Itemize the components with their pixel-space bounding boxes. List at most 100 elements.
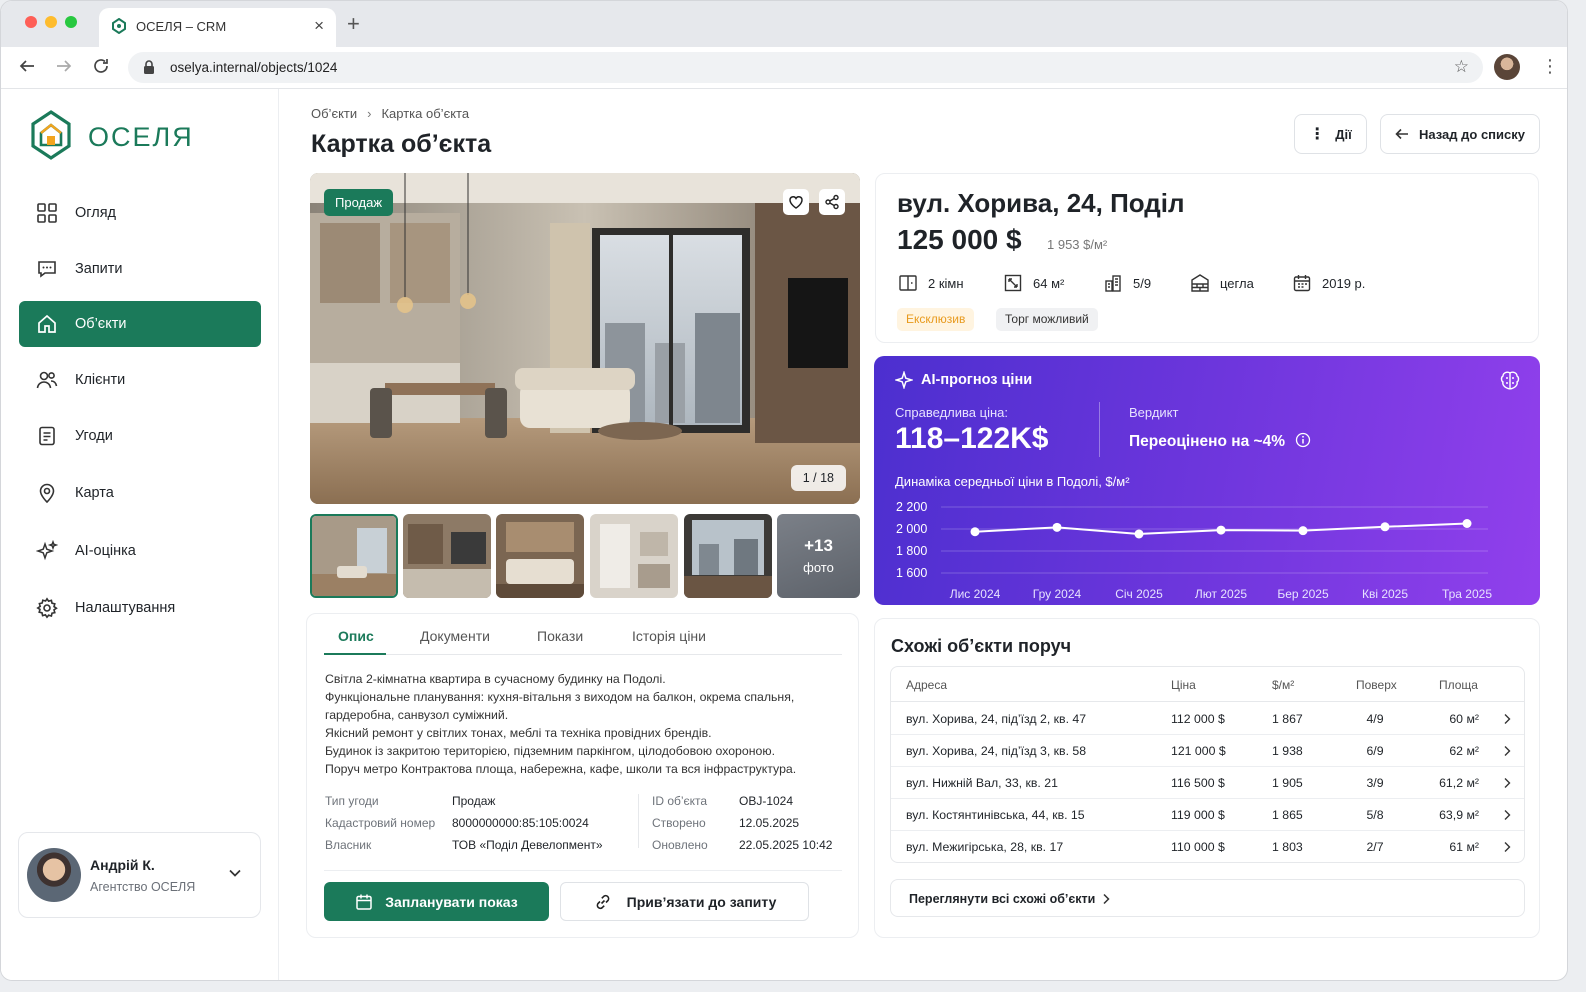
detail-owner: Власник	[325, 838, 372, 852]
actions-button[interactable]: ⋮ Дії	[1294, 114, 1367, 154]
sidebar-item-settings[interactable]: Налаштування	[19, 585, 261, 631]
chevron-right-icon[interactable]	[1502, 809, 1512, 821]
data-point[interactable]	[1380, 522, 1390, 532]
minimize-window-button[interactable]	[45, 16, 57, 28]
object-info-card: вул. Хорива, 24, Поділ 125 000 $ 1 953 $…	[875, 173, 1539, 343]
share-button[interactable]	[819, 189, 845, 215]
header-floor[interactable]: Поверх	[1356, 678, 1397, 692]
breadcrumb-current: Картка об’єкта	[381, 106, 470, 121]
table-cell: 1 867	[1272, 712, 1303, 726]
sidebar-item-requests[interactable]: Запити	[19, 246, 261, 292]
table-row[interactable]: вул. Межигірська, 28, кв. 17 110 000 $ 1 8…	[891, 831, 1524, 862]
table-row[interactable]: вул. Хорива, 24, під’їзд 2, кв. 47 112 00…	[891, 703, 1524, 735]
sidebar-item-deals[interactable]: Угоди	[19, 413, 261, 459]
detail-cadastral-value: 8000000000:85:105:0024	[452, 816, 589, 830]
table-row[interactable]: вул. Костянтинівська, 44, кв. 15 119 000 …	[891, 799, 1524, 831]
address-bar-row: oselya.internal/objects/1024 ☆ ⋮	[1, 47, 1567, 89]
thumbnail-5[interactable]	[684, 514, 772, 598]
view-all-similar-button[interactable]: Переглянути всі схожі об’єкти	[890, 879, 1525, 917]
table-row[interactable]: вул. Хорива, 24, під’їзд 3, кв. 58 121 00…	[891, 735, 1524, 767]
feature-area: 64 м²	[1003, 273, 1064, 293]
thumbnail-4[interactable]	[590, 514, 678, 598]
chevron-right-icon[interactable]	[1502, 777, 1512, 789]
header-area[interactable]: Площа	[1439, 678, 1478, 692]
calendar-icon	[356, 894, 373, 910]
new-tab-button[interactable]: +	[347, 11, 360, 37]
more-photos-button[interactable]: +13 фото	[777, 514, 860, 598]
header-address[interactable]: Адреса	[906, 678, 947, 692]
description-line: Функціональне планування: кухня-вітальня…	[325, 690, 795, 704]
favorite-button[interactable]	[783, 189, 809, 215]
more-photos-count: +13	[804, 536, 833, 555]
user-card[interactable]: Андрій К. Агентство ОСЕЛЯ	[18, 832, 261, 918]
chevron-right-icon	[1103, 893, 1110, 905]
main-photo[interactable]: Продаж 1 / 18	[310, 173, 860, 504]
sidebar-item-map[interactable]: Карта	[19, 470, 261, 516]
profile-avatar[interactable]	[1494, 54, 1520, 80]
tab-documents[interactable]: Документи	[420, 628, 490, 644]
feature-year: 2019 р.	[1292, 273, 1365, 293]
bookmark-star-icon[interactable]: ☆	[1454, 57, 1469, 77]
sidebar-item-label: Угоди	[75, 428, 113, 444]
sidebar-item-objects[interactable]: Об’єкти	[19, 301, 261, 347]
data-point[interactable]	[1216, 525, 1226, 535]
description-text: Світла 2-кімнатна квартира в сучасному б…	[325, 670, 845, 778]
breadcrumb-separator-icon: ›	[367, 106, 372, 121]
forward-arrow-icon[interactable]	[55, 57, 73, 75]
browser-window: ОСЕЛЯ – CRM × + oselya.internal/objects/…	[0, 0, 1568, 981]
detail-deal-type-value: Продаж	[452, 794, 496, 808]
tab-price-history[interactable]: Історія ціни	[632, 628, 706, 644]
close-tab-icon[interactable]: ×	[314, 16, 324, 36]
y-tick-label: 1 600	[896, 566, 927, 580]
data-point[interactable]	[970, 527, 980, 537]
breadcrumb-link-objects[interactable]: Об’єкти	[311, 106, 357, 121]
thumbnail-2[interactable]	[403, 514, 491, 598]
table-cell: 63,9 м²	[1439, 808, 1479, 822]
header-price[interactable]: Ціна	[1171, 678, 1196, 692]
table-cell: 112 000 $	[1171, 712, 1225, 726]
detail-deal-type: Тип угоди	[325, 794, 379, 808]
tab-description[interactable]: Опис	[338, 628, 374, 644]
tab-showings[interactable]: Покази	[537, 628, 583, 644]
back-to-list-button[interactable]: Назад до списку	[1380, 114, 1540, 154]
sparkles-icon	[36, 540, 58, 561]
sidebar-item-clients[interactable]: Клієнти	[19, 357, 261, 403]
data-point[interactable]	[1298, 526, 1308, 536]
reload-icon[interactable]	[92, 57, 110, 75]
logo-icon	[31, 110, 71, 160]
data-point[interactable]	[1462, 519, 1472, 528]
home-icon	[38, 314, 56, 333]
sidebar-item-ai-valuation[interactable]: AI-оцінка	[19, 528, 261, 574]
table-row[interactable]: вул. Нижній Вал, 33, кв. 21 116 500 $ 1 90…	[891, 767, 1524, 799]
data-point[interactable]	[1052, 522, 1062, 532]
browser-menu-icon[interactable]: ⋮	[1541, 56, 1559, 77]
chevron-right-icon[interactable]	[1502, 745, 1512, 757]
header-price-per-m2[interactable]: $/м²	[1272, 678, 1294, 692]
x-tick-label: Лис 2024	[950, 587, 1001, 601]
info-icon[interactable]	[1295, 432, 1311, 448]
sidebar-item-overview[interactable]: Огляд	[19, 190, 261, 236]
y-tick-label: 2 000	[896, 522, 927, 536]
sidebar-item-label: Налаштування	[75, 600, 176, 616]
similar-objects-card: Схожі об’єкти поруч Адреса Ціна $/м² Пов…	[874, 618, 1540, 938]
data-point[interactable]	[1134, 529, 1144, 539]
table-cell: 1 865	[1272, 808, 1303, 822]
close-window-button[interactable]	[25, 16, 37, 28]
fair-price-label: Справедлива ціна:	[895, 405, 1008, 420]
url-field[interactable]: oselya.internal/objects/1024 ☆	[128, 52, 1483, 83]
back-label: Назад до списку	[1418, 126, 1525, 142]
chevron-right-icon[interactable]	[1502, 713, 1512, 725]
maximize-window-button[interactable]	[65, 16, 77, 28]
link-to-request-button[interactable]: Прив’язати до запиту	[560, 882, 809, 921]
browser-tab[interactable]: ОСЕЛЯ – CRM ×	[99, 8, 336, 47]
divider	[324, 870, 842, 871]
thumbnail-1[interactable]	[310, 514, 398, 598]
back-arrow-icon[interactable]	[18, 57, 36, 75]
object-price: 125 000 $	[897, 224, 1022, 255]
thumbnail-3[interactable]	[496, 514, 584, 598]
schedule-showing-button[interactable]: Запланувати показ	[324, 882, 549, 921]
gear-icon	[36, 597, 58, 619]
chevron-down-icon[interactable]	[228, 866, 242, 880]
chevron-right-icon[interactable]	[1502, 841, 1512, 853]
table-cell: 116 500 $	[1171, 776, 1225, 790]
